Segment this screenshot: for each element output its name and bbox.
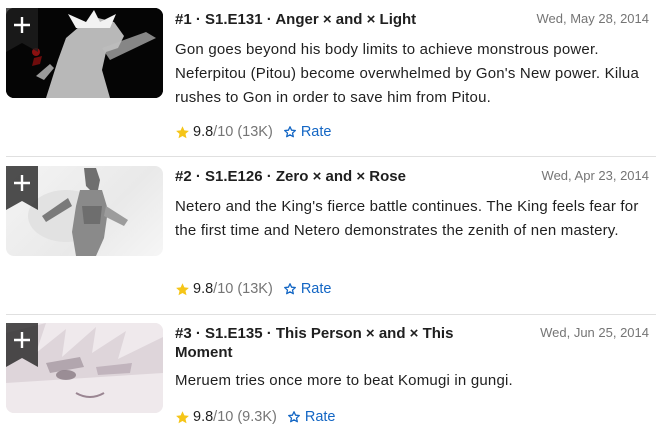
rating-max: /10 [213,124,234,140]
rating-value: 9.8 [193,124,214,140]
add-to-watchlist-button[interactable] [6,323,38,367]
episode-plot: Netero and the King's fierce battle cont… [175,198,639,239]
rate-label: Rate [300,124,332,140]
star-icon [176,282,189,295]
air-date: Wed, May 28, 2014 [536,11,650,26]
episode-item: #3 · S1.E135 · This Person × and × This … [0,315,662,430]
rating-row: 9.8 /10 (9.3K) Rate [175,407,335,427]
air-date: Wed, Apr 23, 2014 [541,168,649,183]
vote-count: (13K) [237,281,273,297]
star-outline-icon [287,411,300,423]
rating-value: 9.8 [193,409,214,425]
plus-icon [6,8,38,52]
star-icon [176,410,189,423]
rating-max: /10 [213,409,234,425]
plus-icon [6,323,38,367]
plus-icon [6,166,38,210]
rate-button[interactable]: Rate [283,279,332,299]
star-outline-icon [283,126,296,138]
vote-count: (9.3K) [237,409,277,425]
rate-label: Rate [300,281,332,297]
add-to-watchlist-button[interactable] [6,8,38,52]
rate-label: Rate [304,409,336,425]
rating-value: 9.8 [193,281,214,297]
star-icon [176,125,189,138]
rating-max: /10 [213,281,234,297]
rate-button[interactable]: Rate [283,122,332,142]
add-to-watchlist-button[interactable] [6,166,38,210]
air-date: Wed, Jun 25, 2014 [540,325,649,340]
episode-item: #2 · S1.E126 · Zero × and × Rose Wed, Ap… [0,157,662,314]
rating-row: 9.8 /10 (13K) Rate [175,122,331,142]
rate-button[interactable]: Rate [287,407,336,427]
episode-plot: Meruem tries once more to beat Komugi in… [175,372,513,389]
episode-plot: Gon goes beyond his body limits to achie… [175,41,640,106]
episode-title[interactable]: #3 · S1.E135 · This Person × and × This … [175,324,505,362]
episode-item: #1 · S1.E131 · Anger × and × Light Wed, … [0,0,662,156]
vote-count: (13K) [237,124,273,140]
episode-title[interactable]: #2 · S1.E126 · Zero × and × Rose [175,167,525,186]
episode-title[interactable]: #1 · S1.E131 · Anger × and × Light [175,10,525,29]
star-outline-icon [283,283,296,295]
rating-row: 9.8 /10 (13K) Rate [175,279,331,299]
